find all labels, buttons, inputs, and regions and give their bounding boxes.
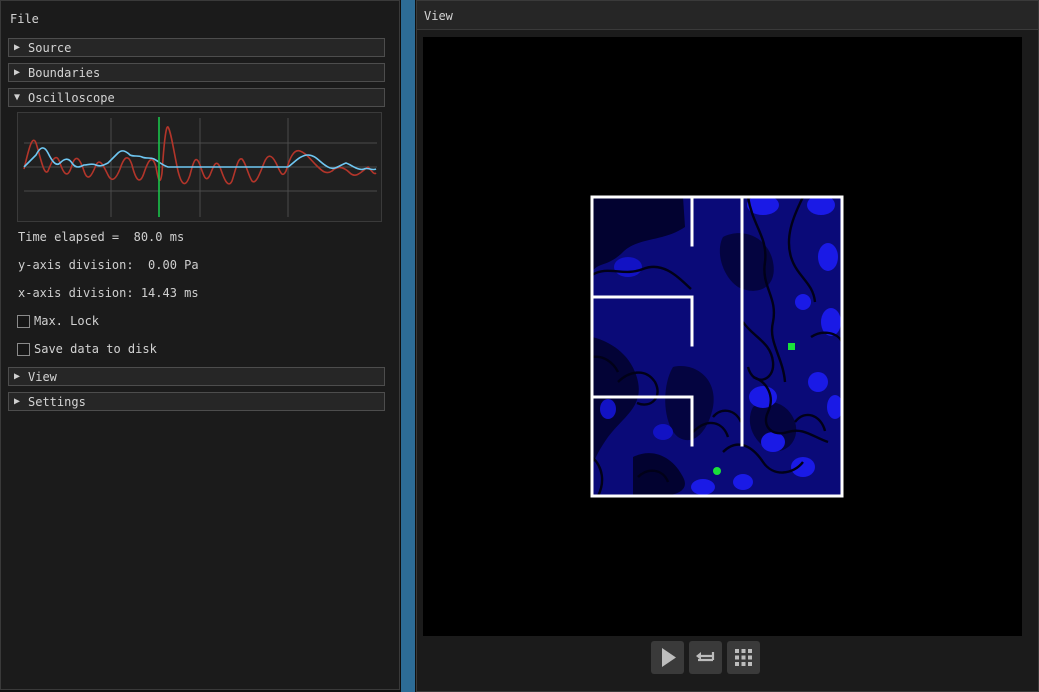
section-view-label: View <box>28 369 57 384</box>
checkbox-box[interactable] <box>17 314 30 328</box>
grid-icon <box>735 649 752 666</box>
section-view[interactable]: ▶ View <box>8 367 385 386</box>
loop-icon <box>696 652 715 662</box>
max-lock-checkbox[interactable]: Max. Lock <box>17 314 99 328</box>
triangle-right-icon: ▶ <box>14 67 21 78</box>
time-elapsed-text: Time elapsed = 80.0 ms <box>18 230 185 244</box>
save-data-label: Save data to disk <box>34 342 157 356</box>
view-title-bar[interactable]: View <box>417 1 1038 30</box>
play-button[interactable] <box>651 641 684 674</box>
view-title: View <box>424 9 453 23</box>
section-source[interactable]: ▶ Source <box>8 38 385 57</box>
loop-button[interactable] <box>689 641 722 674</box>
section-settings-label: Settings <box>28 394 86 409</box>
y-axis-division-text: y-axis division: 0.00 Pa <box>18 258 199 272</box>
grid-button[interactable] <box>727 641 760 674</box>
x-axis-division-text: x-axis division: 14.43 ms <box>18 286 199 300</box>
save-data-checkbox[interactable]: Save data to disk <box>17 342 157 356</box>
triangle-down-icon: ▼ <box>14 92 21 103</box>
pressure-field <box>592 197 842 496</box>
checkbox-box[interactable] <box>17 342 30 356</box>
max-lock-label: Max. Lock <box>34 314 100 328</box>
simulation-canvas[interactable] <box>423 37 1022 636</box>
panel-splitter[interactable] <box>401 0 415 692</box>
view-window: View <box>416 0 1039 692</box>
oscilloscope-plot <box>17 112 382 222</box>
play-icon <box>662 648 676 667</box>
section-oscilloscope-label: Oscilloscope <box>28 90 115 105</box>
listener-marker <box>713 467 721 475</box>
section-boundaries[interactable]: ▶ Boundaries <box>8 63 385 82</box>
triangle-right-icon: ▶ <box>14 371 21 382</box>
section-settings[interactable]: ▶ Settings <box>8 392 385 411</box>
section-oscilloscope[interactable]: ▼ Oscilloscope <box>8 88 385 107</box>
control-panel: File ▶ Source ▶ Boundaries ▼ Oscilloscop… <box>0 0 400 690</box>
menu-file[interactable]: File <box>10 12 39 26</box>
sound-source-marker <box>788 343 795 350</box>
triangle-right-icon: ▶ <box>14 42 21 53</box>
section-boundaries-label: Boundaries <box>28 65 101 80</box>
triangle-right-icon: ▶ <box>14 396 21 407</box>
section-source-label: Source <box>28 40 72 55</box>
